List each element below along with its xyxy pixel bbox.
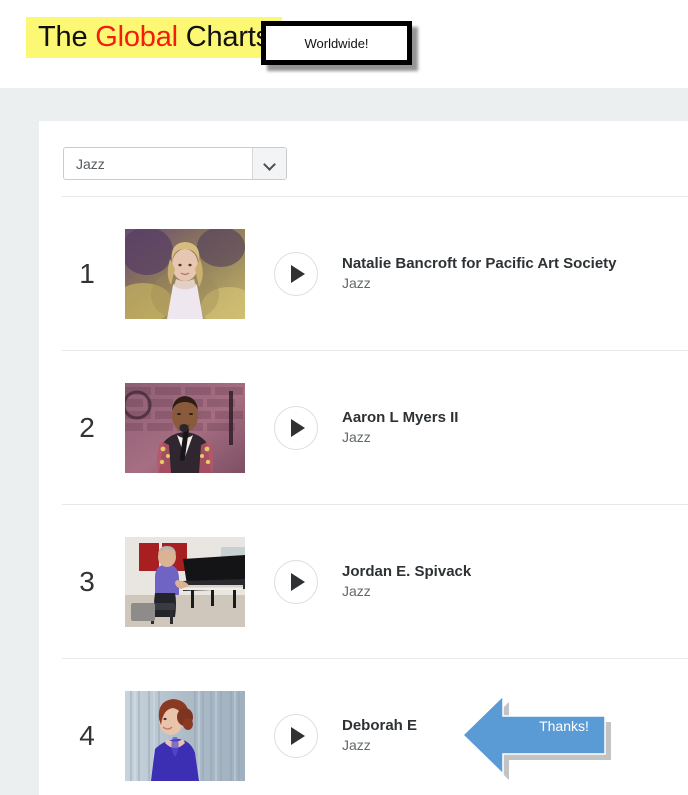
page-title-text: The Global Charts [38, 23, 270, 52]
artist-thumbnail[interactable] [125, 690, 245, 781]
rank-number: 4 [79, 719, 95, 751]
table-row[interactable]: 2 Aaron L Myers II Jazz [62, 350, 688, 504]
page-title-prefix: The [38, 21, 96, 53]
chart-card: Jazz 1 Natalie Bancroft for Pacific Art … [39, 121, 688, 795]
artist-name: Deborah E [342, 717, 418, 734]
play-button[interactable] [274, 559, 318, 604]
artist-meta: Jordan E. Spivack Jazz [342, 562, 471, 601]
chevron-down-icon [264, 160, 275, 167]
artist-thumbnail[interactable] [125, 536, 245, 627]
artist-meta: Deborah E Jazz [342, 716, 417, 755]
artist-thumbnail[interactable] [125, 228, 245, 319]
rank-number: 3 [79, 565, 95, 597]
page-title-suffix: Charts [177, 21, 270, 53]
play-icon [291, 572, 305, 591]
artist-genre: Jazz [342, 275, 371, 291]
artist-thumbnail[interactable] [125, 382, 245, 473]
page-banner: The Global Charts Worldwide! [0, 0, 688, 88]
play-icon [291, 726, 305, 745]
rank-number: 1 [79, 257, 95, 289]
artist-name: Aaron L Myers II [342, 409, 459, 426]
artist-name: Natalie Bancroft for Pacific Art Society [342, 255, 617, 272]
page-title: The Global Charts [26, 17, 282, 58]
table-row[interactable]: 1 Natalie Bancroft for Pacific Art Socie… [62, 196, 688, 350]
worldwide-badge-label: Worldwide! [304, 35, 369, 51]
play-button[interactable] [274, 251, 318, 296]
table-row[interactable]: 4 Deborah E Jazz [62, 658, 688, 795]
table-row[interactable]: 3 Jordan E. Spivack Jazz [62, 504, 688, 658]
play-button[interactable] [274, 713, 318, 758]
rank-number: 2 [79, 411, 95, 443]
play-icon [291, 264, 305, 283]
artist-meta: Natalie Bancroft for Pacific Art Society… [342, 254, 617, 293]
artist-name: Jordan E. Spivack [342, 563, 472, 580]
genre-select-value[interactable]: Jazz [64, 148, 252, 179]
play-icon [291, 418, 305, 437]
play-button[interactable] [274, 405, 318, 450]
worldwide-badge: Worldwide! [261, 21, 412, 65]
artist-genre: Jazz [342, 429, 371, 445]
artist-genre: Jazz [342, 737, 371, 753]
chart-list: 1 Natalie Bancroft for Pacific Art Socie… [62, 196, 688, 795]
genre-select[interactable]: Jazz [63, 147, 287, 180]
app-screen: The Global Charts Worldwide! Jazz 1 Nata… [0, 0, 688, 795]
artist-genre: Jazz [342, 583, 371, 599]
artist-meta: Aaron L Myers II Jazz [342, 408, 458, 447]
genre-select-toggle[interactable] [252, 148, 286, 179]
page-title-accent: Global [95, 21, 178, 53]
